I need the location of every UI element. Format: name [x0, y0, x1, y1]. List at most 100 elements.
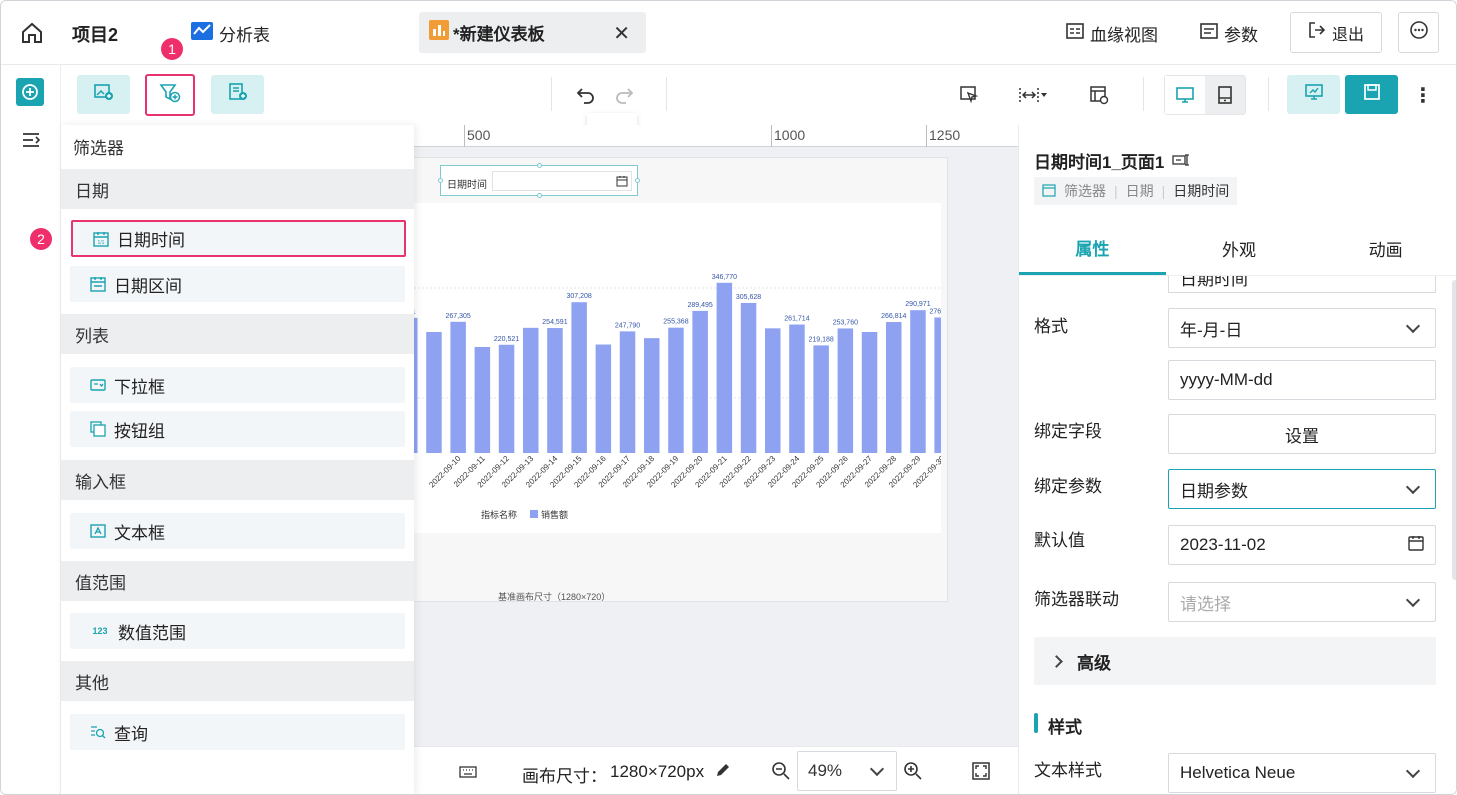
- chart-bar[interactable]: [668, 327, 684, 453]
- text-style-select[interactable]: Helvetica Neue: [1168, 753, 1436, 793]
- add-chart-button[interactable]: [77, 75, 130, 114]
- tab-dashboard[interactable]: *新建仪表板 ✕: [419, 12, 646, 53]
- type-field-partial[interactable]: 日期时间: [1168, 276, 1436, 293]
- chart-bar[interactable]: [716, 282, 733, 453]
- save-icon: [1363, 83, 1381, 106]
- chart-bar[interactable]: [910, 310, 926, 453]
- add-component-icon[interactable]: [16, 78, 44, 106]
- mobile-view-icon[interactable]: [1205, 76, 1245, 114]
- chevron-down-icon: [1405, 592, 1421, 607]
- tab-animation[interactable]: 动画: [1312, 222, 1456, 275]
- filter-menu-panel: 筛选器 日期 1/1 日期时间 日期区间 列表 下拉框 按钮组 输入框 文本框 …: [61, 125, 414, 794]
- page-settings-icon[interactable]: [1086, 83, 1112, 107]
- chart-bar[interactable]: [692, 310, 708, 453]
- legend-series-label[interactable]: 销售额: [541, 509, 568, 520]
- chart-bar[interactable]: [765, 328, 781, 453]
- close-icon[interactable]: ✕: [613, 21, 630, 46]
- outline-list-icon[interactable]: [18, 127, 44, 153]
- breadcrumb-item[interactable]: 筛选器: [1064, 181, 1106, 201]
- menu-item-textbox[interactable]: 文本框: [70, 513, 405, 549]
- more-menu-button[interactable]: [1398, 12, 1439, 53]
- chart-bar[interactable]: [619, 331, 636, 453]
- project-name[interactable]: 项目2: [72, 21, 118, 47]
- canvas-status-bar: 画布尺寸： 1280×720px 49%: [414, 746, 1018, 794]
- doc-type-link[interactable]: 分析表: [191, 21, 270, 46]
- home-icon[interactable]: [19, 20, 45, 46]
- advanced-section[interactable]: 高级: [1034, 637, 1436, 685]
- chart-bar[interactable]: [789, 324, 805, 453]
- edit-pencil-icon[interactable]: [715, 762, 731, 783]
- chart-bar[interactable]: [402, 317, 418, 453]
- chart-bar[interactable]: [861, 331, 878, 453]
- chart-bar[interactable]: [813, 345, 829, 453]
- chart-bar[interactable]: [498, 344, 515, 453]
- chart-bar[interactable]: [595, 344, 612, 453]
- fit-screen-icon[interactable]: [972, 762, 990, 785]
- zoom-in-icon[interactable]: [903, 761, 923, 786]
- breadcrumb-item[interactable]: 日期时间: [1173, 181, 1229, 201]
- calendar-icon[interactable]: [1408, 535, 1424, 556]
- chart-bar[interactable]: [934, 317, 950, 453]
- breadcrumb-item[interactable]: 日期: [1126, 181, 1154, 201]
- toolbar: ⋮: [61, 65, 1456, 159]
- preview-button[interactable]: [1287, 75, 1340, 114]
- date-filter-widget[interactable]: 日期时间: [438, 163, 640, 198]
- chart-bar[interactable]: [450, 321, 466, 453]
- tab-appearance[interactable]: 外观: [1166, 222, 1313, 275]
- chart-bar[interactable]: [837, 328, 854, 453]
- add-text-button[interactable]: [211, 75, 264, 114]
- chart-bar[interactable]: [571, 302, 587, 453]
- align-dropdown-icon[interactable]: [1016, 83, 1050, 107]
- default-date-value: 2023-11-02: [1180, 535, 1266, 554]
- settings-button-label: 设置: [1285, 426, 1319, 446]
- save-button[interactable]: [1345, 75, 1398, 114]
- chart-bar[interactable]: [474, 346, 491, 453]
- desktop-view-icon[interactable]: [1165, 76, 1205, 114]
- panel-scrollbar[interactable]: [1452, 280, 1456, 580]
- bar-data-label: 219,188: [808, 336, 833, 343]
- zoom-out-icon[interactable]: [771, 761, 791, 786]
- chart-bar[interactable]: [547, 328, 563, 453]
- exit-button[interactable]: 退出: [1290, 12, 1382, 53]
- add-filter-button[interactable]: [145, 74, 195, 116]
- bar-chart[interactable]: 531267,3052022-09-102022-09-11220,521202…: [402, 203, 955, 533]
- tab-properties[interactable]: 属性: [1019, 222, 1166, 275]
- lineage-button[interactable]: 血缘视图: [1066, 21, 1158, 46]
- preview-icon: [1304, 83, 1324, 106]
- menu-item-number-range[interactable]: 123 数值范围: [70, 613, 405, 649]
- menu-item-date-time[interactable]: 1/1 日期时间: [71, 220, 406, 257]
- menu-item-query[interactable]: 查询: [70, 714, 405, 750]
- bind-field-settings-button[interactable]: 设置: [1168, 414, 1436, 454]
- zoom-select[interactable]: 49%: [797, 751, 897, 791]
- chart-bar[interactable]: [740, 302, 757, 453]
- menu-item-dropdown[interactable]: 下拉框: [70, 367, 405, 403]
- more-circle-icon: [1409, 20, 1429, 45]
- chart-bar[interactable]: [426, 331, 442, 453]
- format-select[interactable]: 年-月-日: [1168, 308, 1436, 348]
- date-filter-input[interactable]: [492, 171, 632, 191]
- toolbar-divider: [1143, 77, 1144, 111]
- filter-link-select[interactable]: 请选择: [1168, 582, 1436, 622]
- menu-item-date-range[interactable]: 日期区间: [70, 266, 405, 302]
- redo-icon[interactable]: [611, 83, 637, 107]
- bar-data-label: 255,368: [663, 319, 688, 326]
- bind-param-select[interactable]: 日期参数: [1168, 469, 1436, 509]
- select-tool-icon[interactable]: [956, 83, 982, 107]
- chart-bar[interactable]: [644, 338, 660, 453]
- menu-item-button-group[interactable]: 按钮组: [70, 411, 405, 447]
- keyboard-icon[interactable]: [458, 763, 478, 781]
- left-rail: [1, 65, 61, 794]
- overflow-menu-icon[interactable]: ⋮: [1413, 83, 1433, 107]
- lineage-label: 血缘视图: [1090, 26, 1158, 45]
- bar-data-label: 305,628: [736, 294, 761, 301]
- chart-bar[interactable]: [523, 327, 539, 453]
- menu-item-label: 按钮组: [114, 421, 165, 441]
- format-pattern-input[interactable]: yyyy-MM-dd: [1168, 360, 1436, 400]
- chart-bar[interactable]: [886, 322, 902, 453]
- default-date-input[interactable]: 2023-11-02: [1168, 525, 1436, 565]
- filter-icon: [1042, 183, 1056, 200]
- group-header-date: 日期: [61, 169, 414, 209]
- params-button[interactable]: 参数: [1200, 21, 1258, 46]
- undo-icon[interactable]: [573, 83, 599, 107]
- rename-icon[interactable]: [1172, 151, 1190, 171]
